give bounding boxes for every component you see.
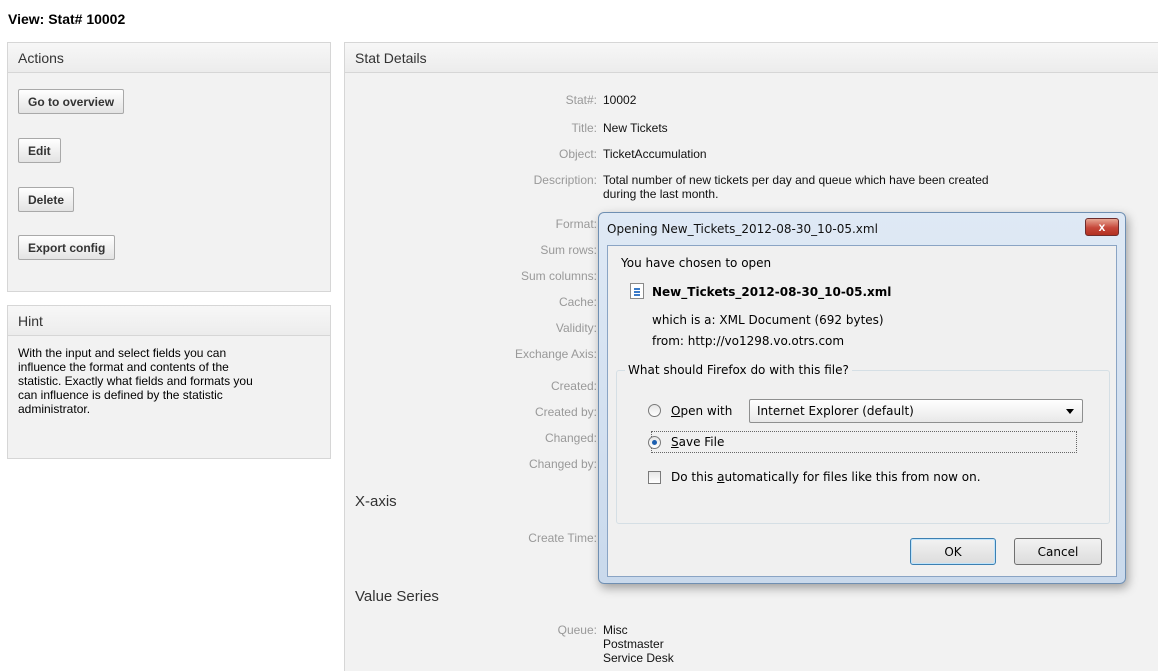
detail-label: Description: [533,173,597,187]
dialog-body: You have chosen to open New_Tickets_2012… [607,245,1117,577]
file-action-question: What should Firefox do with this file? [625,363,852,377]
detail-label: Changed by: [528,457,597,471]
xaxis-heading: X-axis [355,493,397,510]
hint-text: With the input and select fields you can… [8,336,330,426]
dialog-filename: New_Tickets_2012-08-30_10-05.xml [652,285,892,299]
queue-item: Postmaster [603,637,664,651]
from-row: from: http://vo1298.vo.otrs.com [652,334,844,348]
save-file-label[interactable]: Save File [671,435,724,449]
from-value: http://vo1298.vo.otrs.com [687,334,845,348]
hint-panel: Hint With the input and select fields yo… [7,305,331,459]
detail-label: Queue: [557,623,597,637]
detail-value: New Tickets [603,121,668,135]
hint-line: With the input and select fields you can [18,346,227,360]
detail-label: Changed: [544,431,597,445]
save-file-text: ave File [678,435,725,449]
hint-line: can influence is defined by the statisti… [18,388,223,402]
ok-button[interactable]: OK [910,538,996,565]
delete-button[interactable]: Delete [18,187,75,212]
detail-value: TicketAccumulation [603,147,707,161]
save-file-radio[interactable] [648,436,661,449]
detail-value: Misc Postmaster Service Desk [603,623,1123,665]
hint-line: influence the format and contents of the [18,360,229,374]
detail-label: Title: [571,121,597,135]
application-select[interactable]: Internet Explorer (default) [749,399,1083,423]
detail-label: Object: [558,147,597,161]
which-is-label: which is a: [652,313,716,327]
save-file-accesskey: S [671,435,679,449]
value-series-heading: Value Series [355,588,439,605]
detail-label: Create Time: [528,531,597,545]
chevron-down-icon [1066,409,1074,414]
download-dialog: Opening New_Tickets_2012-08-30_10-05.xml… [598,212,1126,584]
open-with-radio[interactable] [648,404,661,417]
go-to-overview-button[interactable]: Go to overview [18,89,125,114]
application-select-value: Internet Explorer (default) [757,404,914,418]
detail-label: Validity: [555,321,597,335]
queue-item: Misc [603,623,628,637]
which-is-value: XML Document (692 bytes) [719,313,884,327]
which-is-row: which is a: XML Document (692 bytes) [652,313,884,327]
dialog-intro: You have chosen to open [621,256,772,270]
hint-line: statistic. Exactly what fields and forma… [18,374,253,388]
detail-label: Format: [555,217,597,231]
detail-value: 10002 [603,93,637,107]
actions-header: Actions [8,43,330,73]
detail-label: Exchange Axis: [514,347,597,361]
auto-action-text-after: utomatically for files like this from no… [724,470,981,484]
queue-item: Service Desk [603,651,674,665]
detail-label: Cache: [558,295,597,309]
dialog-title: Opening New_Tickets_2012-08-30_10-05.xml [607,222,878,236]
open-with-label[interactable]: Open with [671,404,732,418]
auto-action-text-before: Do this [671,470,718,484]
stat-details-header: Stat Details [345,43,1158,73]
actions-panel: Actions Go to overview Edit Delete Expor… [7,42,331,292]
auto-action-label[interactable]: Do this automatically for files like thi… [671,470,981,484]
detail-label: Sum rows: [540,243,597,257]
detail-label: Stat#: [565,93,597,107]
page-title: View: Stat# 10002 [8,11,126,27]
close-icon[interactable]: x [1085,218,1119,236]
edit-button[interactable]: Edit [18,138,61,163]
from-label: from: [652,334,684,348]
xml-file-icon [630,283,644,299]
description-line: Total number of new tickets per day and … [603,173,989,187]
hint-line: administrator. [18,402,91,416]
detail-value: Total number of new tickets per day and … [603,173,1123,201]
description-line: during the last month. [603,187,719,201]
hint-header: Hint [8,306,330,336]
detail-label: Sum columns: [520,269,597,283]
detail-label: Created: [550,379,597,393]
export-config-button[interactable]: Export config [18,235,116,260]
cancel-button[interactable]: Cancel [1014,538,1102,565]
auto-action-checkbox[interactable] [648,471,661,484]
open-with-text: pen with [680,404,733,418]
file-action-group: What should Firefox do with this file? O… [616,363,1110,524]
detail-label: Created by: [534,405,597,419]
